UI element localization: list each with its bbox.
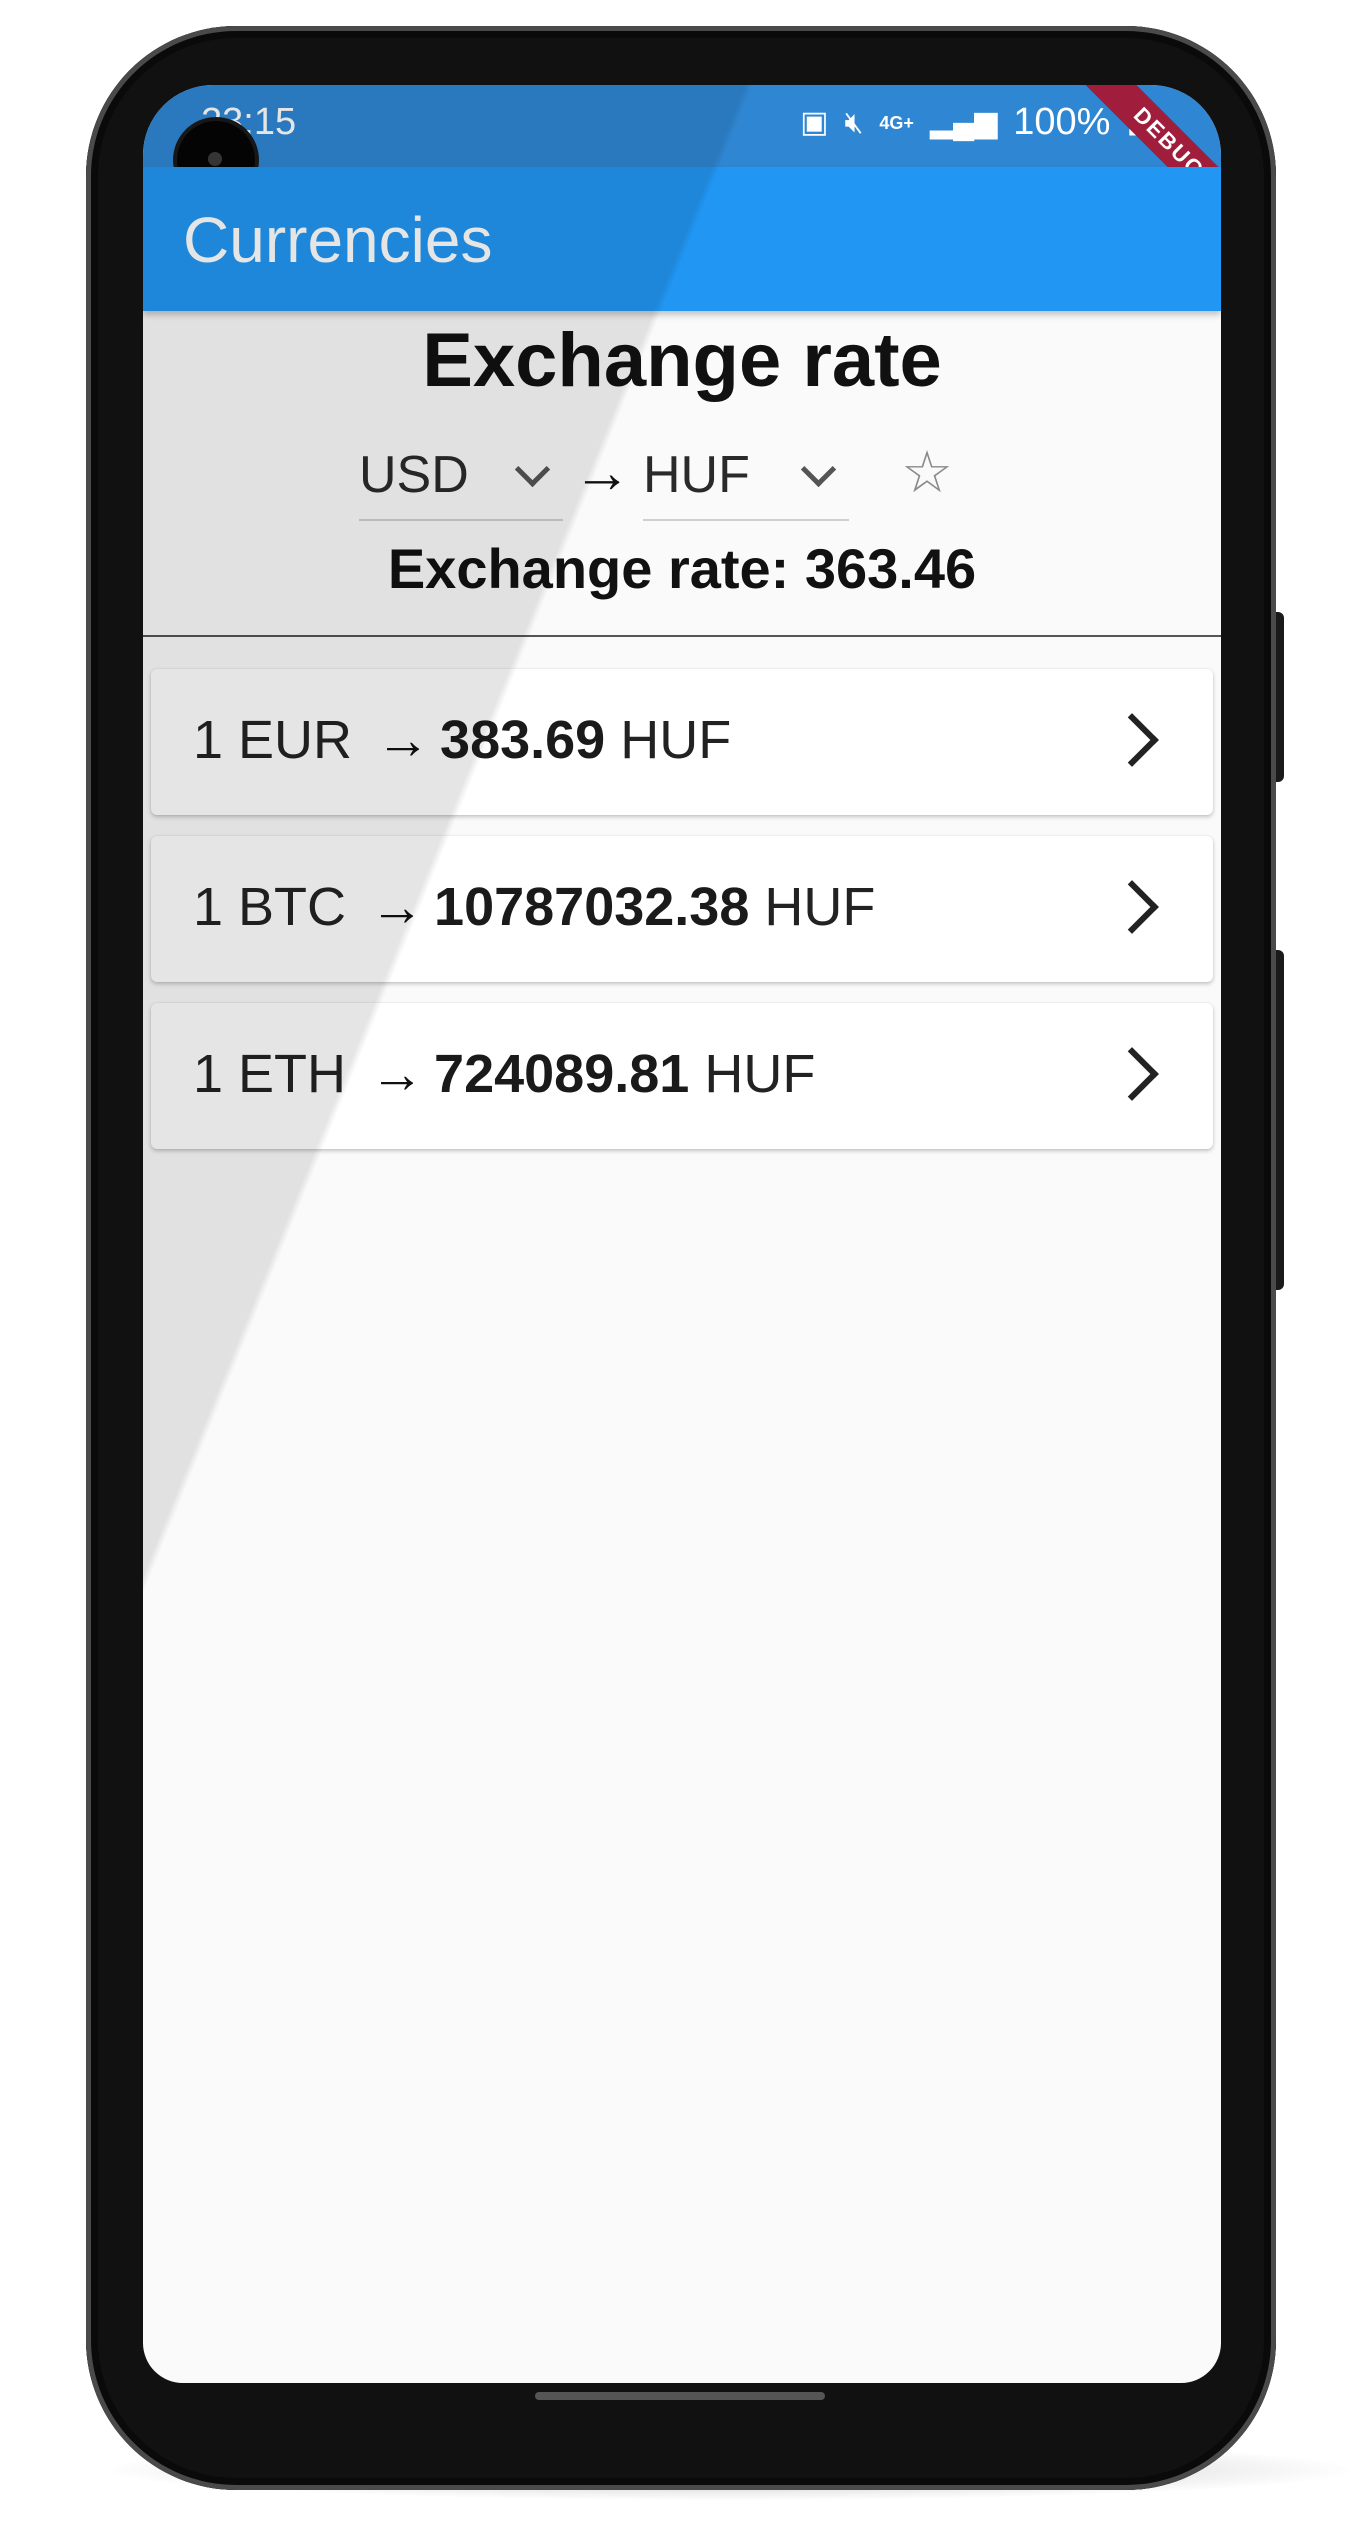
mute-icon: 🔇︎ bbox=[844, 105, 864, 139]
rate-card[interactable]: 1 BTC → 10787032.38 HUF bbox=[151, 836, 1213, 982]
battery-saver-icon: ▣ bbox=[800, 106, 829, 139]
arrow-right-icon: → bbox=[370, 877, 425, 937]
from-currency-value: USD bbox=[359, 446, 469, 504]
divider bbox=[143, 635, 1221, 637]
to-currency-dropdown[interactable]: HUF bbox=[643, 431, 849, 521]
status-bar: 23:15 ▣ 🔇︎ 4G+ ▂▄▆ 100% ▮ bbox=[143, 85, 1221, 167]
rate-card-amount: 724089.81 bbox=[434, 1044, 690, 1104]
arrow-right-icon: → bbox=[376, 710, 431, 770]
rate-card-amount: 383.69 bbox=[440, 710, 606, 770]
rate-card[interactable]: 1 ETH → 724089.81 HUF bbox=[151, 1003, 1213, 1149]
from-currency-dropdown[interactable]: USD bbox=[359, 431, 563, 521]
network-4g-icon: 4G+ bbox=[879, 112, 914, 133]
arrow-right-icon: → bbox=[573, 440, 631, 505]
chevron-right-icon bbox=[1105, 713, 1159, 767]
app-bar: Currencies bbox=[143, 167, 1221, 311]
chevron-right-icon bbox=[1105, 880, 1159, 934]
currency-selector-row: USD → HUF ☆ bbox=[143, 431, 1221, 521]
arrow-right-icon: → bbox=[370, 1044, 425, 1104]
status-icons: ▣ 🔇︎ 4G+ ▂▄▆ 100% ▮ bbox=[800, 101, 1143, 144]
rate-card-currency: HUF bbox=[620, 710, 732, 770]
screen-glare bbox=[143, 85, 1221, 2383]
star-outline-icon[interactable]: ☆ bbox=[901, 443, 953, 503]
app-title: Currencies bbox=[183, 204, 493, 276]
rate-card-text: 1 EUR → 383.69 HUF bbox=[193, 709, 731, 771]
page-heading: Exchange rate bbox=[422, 318, 942, 403]
rate-card-prefix: 1 BTC bbox=[193, 877, 347, 937]
chevron-down-icon bbox=[800, 451, 837, 488]
rate-card-prefix: 1 ETH bbox=[193, 1044, 347, 1104]
chevron-right-icon bbox=[1105, 1047, 1159, 1101]
chevron-down-icon bbox=[514, 451, 551, 488]
exchange-rate-value: Exchange rate: 363.46 bbox=[387, 537, 977, 600]
to-currency-value: HUF bbox=[643, 446, 750, 504]
rate-card-text: 1 ETH → 724089.81 HUF bbox=[193, 1043, 815, 1105]
rate-card[interactable]: 1 EUR → 383.69 HUF bbox=[151, 669, 1213, 815]
phone-screen: 23:15 ▣ 🔇︎ 4G+ ▂▄▆ 100% ▮ DEBUG Currenci… bbox=[143, 85, 1221, 2383]
battery-percent: 100% bbox=[1013, 101, 1111, 143]
rate-card-text: 1 BTC → 10787032.38 HUF bbox=[193, 876, 875, 938]
signal-icon: ▂▄▆ bbox=[929, 106, 998, 139]
rate-card-currency: HUF bbox=[704, 1044, 816, 1104]
rate-card-amount: 10787032.38 bbox=[434, 877, 750, 937]
rate-card-prefix: 1 EUR bbox=[193, 710, 353, 770]
page: 23:15 ▣ 🔇︎ 4G+ ▂▄▆ 100% ▮ DEBUG Currenci… bbox=[0, 0, 1370, 2534]
home-indicator[interactable] bbox=[535, 2392, 825, 2400]
rate-card-currency: HUF bbox=[764, 877, 876, 937]
